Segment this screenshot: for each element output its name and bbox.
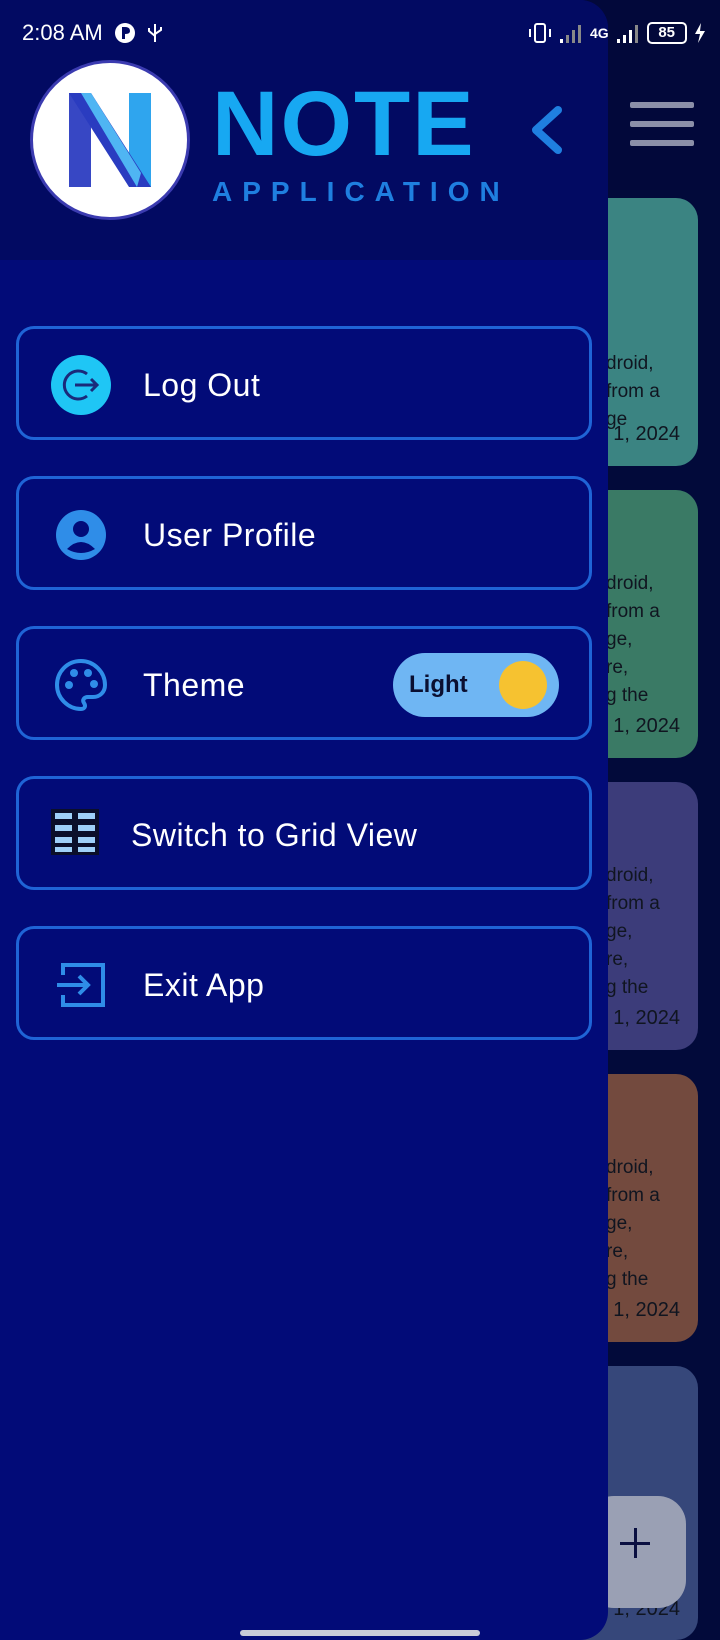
home-indicator[interactable] — [240, 1630, 480, 1636]
note-snippet: droid, from a ge, re, g the — [606, 1157, 660, 1290]
app-subtitle: APPLICATION — [212, 176, 510, 207]
grid-view-icon — [49, 805, 109, 865]
note-date: 1, 2024 — [613, 423, 680, 445]
plus-icon — [616, 1524, 656, 1564]
chevron-left-icon[interactable] — [524, 104, 568, 156]
network-type: 4G — [590, 25, 609, 41]
notification-icon — [115, 23, 135, 43]
status-right-icons: 4G 85 — [528, 18, 707, 48]
logout-menu-item[interactable]: Log Out — [16, 326, 592, 440]
theme-label: Theme — [143, 667, 246, 703]
theme-menu-item: Theme Light — [16, 626, 592, 740]
theme-toggle-label: Light — [409, 671, 468, 698]
toggle-knob — [499, 661, 547, 709]
palette-icon — [51, 655, 111, 715]
logo-n-icon — [69, 93, 151, 187]
note-snippet: droid, from a ge — [606, 353, 660, 430]
grid-view-label: Switch to Grid View — [131, 817, 418, 853]
app-logo — [30, 60, 190, 220]
charging-icon — [694, 23, 705, 43]
note-snippet: droid, from a ge, re, g the — [606, 573, 660, 706]
status-left-icons — [114, 20, 164, 46]
grid-view-menu-item[interactable]: Switch to Grid View — [16, 776, 592, 890]
signal-icon — [560, 25, 581, 43]
account-circle-icon — [51, 505, 111, 565]
vibrate-icon — [529, 23, 551, 43]
status-bar: 2:08 AM 4G 85 — [0, 0, 720, 66]
navigation-drawer: NOTE APPLICATION Log Out User Profile Th… — [0, 0, 608, 1640]
app-title: NOTE — [212, 73, 476, 175]
status-time: 2:08 AM — [22, 20, 103, 45]
logout-icon — [51, 355, 111, 415]
signal-icon — [616, 25, 638, 43]
note-snippet: droid, from a ge, re, g the — [606, 865, 660, 998]
battery-icon: 85 — [646, 22, 687, 44]
usb-icon — [148, 24, 162, 42]
exit-app-label: Exit App — [143, 967, 265, 1003]
note-date: 1, 2024 — [613, 1299, 680, 1321]
user-profile-menu-item[interactable]: User Profile — [16, 476, 592, 590]
user-profile-label: User Profile — [143, 517, 317, 553]
menu-icon[interactable] — [630, 102, 694, 146]
exit-app-menu-item[interactable]: Exit App — [16, 926, 592, 1040]
exit-icon — [51, 955, 111, 1015]
theme-toggle[interactable]: Light — [393, 653, 559, 717]
note-date: 1, 2024 — [613, 715, 680, 737]
logout-label: Log Out — [143, 367, 261, 403]
note-date: 1, 2024 — [613, 1007, 680, 1029]
